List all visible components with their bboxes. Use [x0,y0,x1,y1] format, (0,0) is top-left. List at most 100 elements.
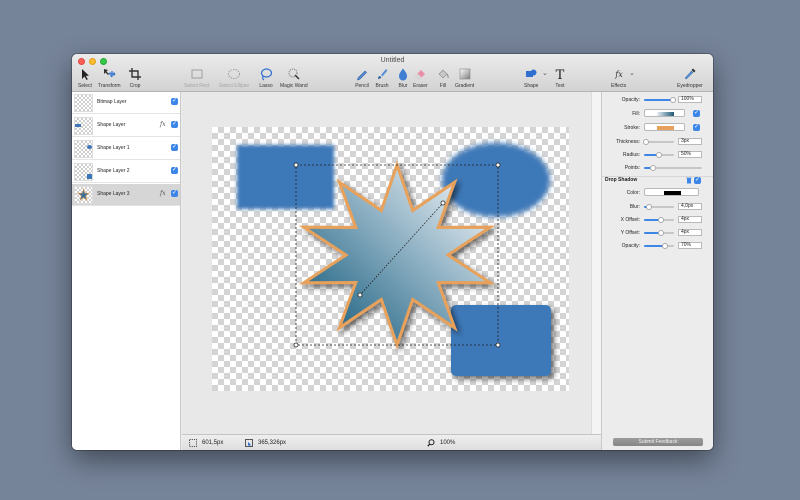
layer-visibility-checkbox[interactable]: ✓ [171,121,178,128]
shape-icon [526,69,537,77]
thickness-field[interactable]: 3px [678,138,702,145]
text-tool-button[interactable]: T Text [553,67,567,89]
shadow-xoffset-row: X Offset: 4px [602,215,713,225]
shadow-yoffset-field[interactable]: 4px [678,229,702,236]
select-ellipse-icon [228,69,240,79]
trash-icon[interactable] [686,177,692,184]
crop-icon [129,68,141,80]
eraser-tool-button[interactable]: Eraser [413,67,428,89]
magic-wand-label: Magic Wand [280,83,308,89]
shadow-xoffset-slider[interactable] [644,217,674,223]
canvas-area [182,92,591,434]
transform-icon [104,69,116,78]
fill-label: Fill: [632,111,640,117]
layer-visibility-checkbox[interactable]: ✓ [171,98,178,105]
points-label: Points: [624,165,640,171]
layer-row-shape[interactable]: Shape Layer fx ✓ [72,115,180,137]
opacity-label: Opacity: [621,97,640,103]
brush-icon [378,69,388,79]
crop-tool-button[interactable]: Crop [128,67,142,89]
layer-thumbnail [74,186,93,204]
select-tool-button[interactable]: Select [78,67,92,89]
blurred-rectangle-shape [237,145,334,209]
shadow-blur-slider[interactable] [644,204,674,210]
layer-row-shape-3[interactable]: Shape Layer 3 fx ✓ [72,184,180,206]
layer-visibility-checkbox[interactable]: ✓ [171,167,178,174]
document-canvas[interactable] [212,127,569,391]
select-rect-tool-button[interactable]: Select Rect [184,67,210,89]
stroke-row: Stroke: ✓ [602,123,713,133]
status-bar: 601,5px 365,326px 100% [182,434,601,450]
stroke-color-well[interactable] [644,123,685,131]
shadow-color-well[interactable] [644,188,699,196]
drop-shadow-enabled-checkbox[interactable]: ✓ [694,177,701,184]
thickness-label: Thickness: [616,139,640,145]
fill-bucket-icon [438,69,449,79]
points-row: Points: [602,163,713,173]
blurred-ellipse-shape [442,143,550,217]
fill-color-well[interactable] [644,109,685,117]
shadow-opacity-label: Opacity: [621,243,640,249]
layer-thumbnail [74,94,93,112]
fill-tool-button[interactable]: Fill [436,67,450,89]
layer-name: Shape Layer 1 [97,145,130,151]
gradient-tool-button[interactable]: Gradient [455,67,474,89]
layer-row-shape-1[interactable]: Shape Layer 1 ✓ [72,138,180,160]
cursor-position-readout: 365,326px [245,439,286,447]
zoom-readout[interactable]: 100% [427,439,455,447]
layer-fx-badge: fx [160,121,166,128]
select-ellipse-label: Select Ellipse [219,83,250,89]
brush-label: Brush [375,83,389,89]
eraser-icon [415,70,426,80]
fill-enabled-checkbox[interactable]: ✓ [693,110,700,117]
effects-tool-button[interactable]: fx Effects [611,67,626,89]
radius-slider[interactable] [644,152,674,158]
shadow-yoffset-row: Y Offset: 4px [602,228,713,238]
cursor-position-value: 365,326px [258,440,287,446]
select-ellipse-tool-button[interactable]: Select Ellipse [219,67,249,89]
shadow-opacity-field[interactable]: 70% [678,242,702,249]
points-slider[interactable] [644,165,702,171]
opacity-field[interactable]: 100% [678,96,702,103]
magic-wand-tool-button[interactable]: Magic Wand [280,67,308,89]
pencil-icon [357,70,367,81]
transform-tool-button[interactable]: Transform [98,67,121,89]
transform-tool-label: Transform [98,83,121,89]
select-rect-label: Select Rect [184,83,210,89]
radius-field[interactable]: 50% [678,151,702,158]
layer-visibility-checkbox[interactable]: ✓ [171,190,178,197]
shadow-blur-field[interactable]: 4,0px [678,203,702,210]
shape-dropdown-chevron-icon[interactable]: ⌄ [542,69,548,77]
select-tool-label: Select [78,83,92,89]
vertical-scrollbar[interactable] [591,92,601,434]
shadow-yoffset-slider[interactable] [644,230,674,236]
shadow-opacity-slider[interactable] [644,243,674,249]
layer-thumbnail [74,140,93,158]
opacity-slider[interactable] [644,97,676,103]
stroke-enabled-checkbox[interactable]: ✓ [693,124,700,131]
app-window: Untitled Select Transform Crop Select Re… [72,54,713,450]
brush-tool-button[interactable]: Brush [375,67,389,89]
pencil-label: Pencil [355,83,369,89]
layer-row-bitmap[interactable]: Bitmap Layer ✓ [72,92,180,114]
layer-name: Shape Layer [97,122,126,128]
pencil-tool-button[interactable]: Pencil [355,67,369,89]
blur-tool-button[interactable]: Blur [396,67,410,89]
effects-label: Effects [611,83,627,89]
blur-drop-icon [398,68,408,81]
effects-dropdown-chevron-icon[interactable]: ⌄ [629,69,635,77]
eyedropper-tool-button[interactable]: Eyedropper [677,67,703,89]
selection-size-readout: 601,5px [189,439,223,447]
shape-tool-button[interactable]: Shape [524,67,538,89]
radius-row: Radius: 50% [602,150,713,160]
text-label: Text [555,83,565,89]
cursor-position-icon [245,439,253,447]
shadow-xoffset-field[interactable]: 4px [678,216,702,223]
submit-feedback-button[interactable]: Submit Feedback [613,438,703,446]
layer-name: Shape Layer 3 [97,191,130,197]
lasso-tool-button[interactable]: Lasso [259,67,273,89]
layer-visibility-checkbox[interactable]: ✓ [171,144,178,151]
shadow-blur-label: Blur: [629,204,640,210]
layer-row-shape-2[interactable]: Shape Layer 2 ✓ [72,161,180,183]
thickness-slider[interactable] [642,139,674,145]
